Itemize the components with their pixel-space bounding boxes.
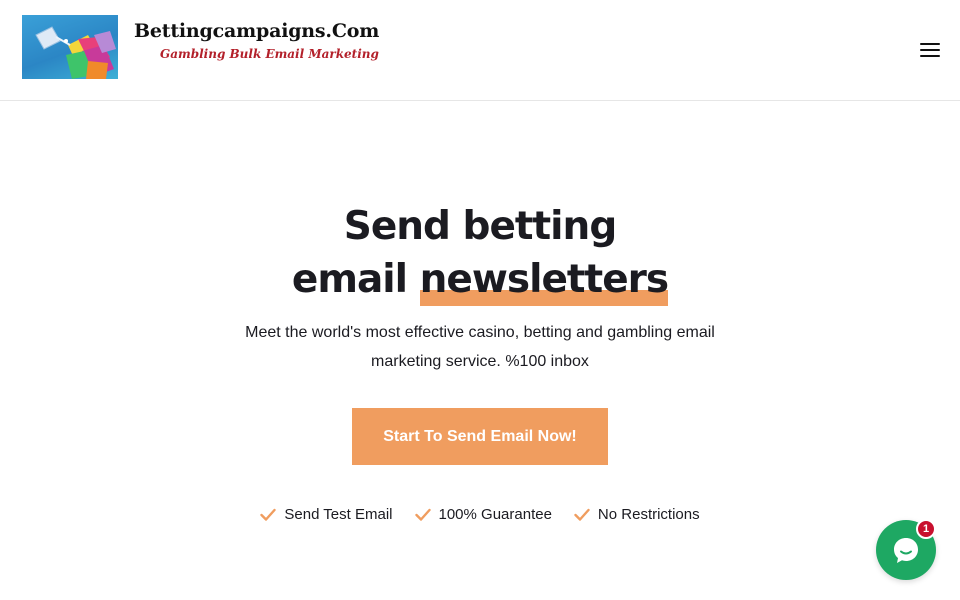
site-header: Bettingcampaigns.Com Gambling Bulk Email… [0,0,960,101]
site-tagline: Gambling Bulk Email Marketing [160,47,379,61]
hero-subtitle: Meet the world's most effective casino, … [245,324,715,370]
site-title: Bettingcampaigns.Com [134,20,380,42]
check-icon [414,508,431,521]
hero-title-line1: Send betting [343,204,618,249]
feature-item: 100% Guarantee [414,506,552,523]
site-logo-link[interactable]: Bettingcampaigns.Com Gambling Bulk Email… [22,15,379,79]
menu-bar [920,43,940,45]
chat-bubble-icon [894,538,918,563]
check-icon [574,508,590,521]
hamburger-menu-icon[interactable] [916,38,944,62]
feature-label: No Restrictions [597,506,700,523]
feature-item: Send Test Email [260,506,393,523]
check-icon [260,508,277,521]
feature-item: No Restrictions [574,506,700,523]
hero-title-plain: email [291,257,408,302]
feature-label: 100% Guarantee [438,506,552,523]
menu-bar [920,55,940,57]
chat-notification-badge: 1 [916,519,936,539]
menu-bar [920,49,940,51]
envelopes-logo-icon [22,15,118,79]
start-sending-button[interactable]: Start To Send Email Now! [352,408,608,465]
hero-title: Send betting email newsletters [0,200,960,306]
feature-label: Send Test Email [284,506,393,523]
hero-title-line2: email newsletters [0,253,960,306]
feature-list: Send Test Email 100% Guarantee No Restri… [0,506,960,523]
hero-title-highlight: newsletters [419,253,669,306]
